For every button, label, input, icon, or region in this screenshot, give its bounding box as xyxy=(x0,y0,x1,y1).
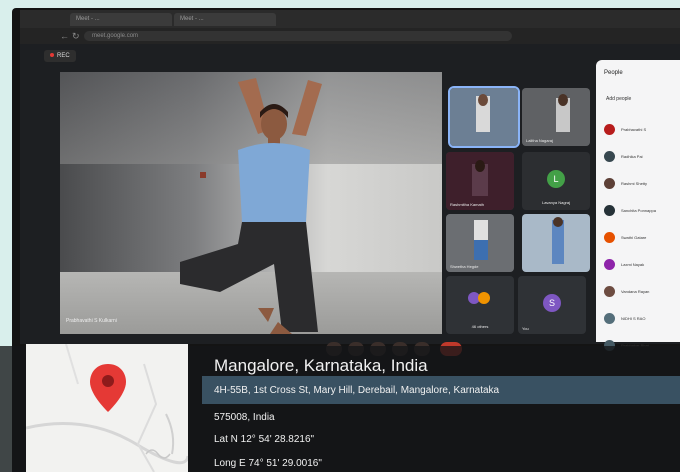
participant-list-name: Sanchita Ponnappa xyxy=(621,208,656,213)
participant-name: 46 others xyxy=(471,324,489,329)
url-text: meet.google.com xyxy=(92,33,139,39)
participant-name: Lavanya Nagraj xyxy=(541,200,571,205)
participant-list-name: Rashmi Shetty xyxy=(621,181,648,186)
browser-tab[interactable]: Meet - ... xyxy=(70,13,172,26)
participant-tile[interactable]: S You xyxy=(518,276,586,334)
location-city: Mangalore, Karnataka, India xyxy=(214,356,428,375)
participant-avatar xyxy=(604,232,615,243)
participant-avatar xyxy=(604,313,615,324)
participant-name: Shwetha Hegde xyxy=(450,264,479,269)
main-speaker-name: Prabhavathi S Kulkarni xyxy=(66,318,117,324)
participant-avatar xyxy=(604,286,615,297)
yoga-person-figure xyxy=(180,78,322,334)
url-field[interactable]: meet.google.com xyxy=(84,31,512,41)
participant-avatar xyxy=(604,259,615,270)
recording-label: REC xyxy=(57,53,70,59)
participant-tile[interactable]: 46 others xyxy=(446,276,514,334)
participant-avatar xyxy=(478,292,490,304)
back-icon[interactable]: ← xyxy=(60,30,69,42)
participant-avatar: L xyxy=(547,170,565,188)
people-panel-title: People xyxy=(604,70,623,76)
location-pin-shape xyxy=(90,364,126,412)
location-pin-icon xyxy=(90,364,126,412)
recording-badge: REC xyxy=(44,50,76,62)
location-map xyxy=(26,344,188,472)
participant-list-name: Radhika Pai xyxy=(621,154,643,159)
location-latitude: Lat N 12° 54' 28.8216" xyxy=(214,434,315,445)
add-people-button[interactable]: Add people xyxy=(606,96,631,102)
location-address-line1: 4H-55B, 1st Cross St, Mary Hill, Derebai… xyxy=(214,385,500,396)
add-people-label: Add people xyxy=(606,96,632,102)
participant-video xyxy=(522,214,590,272)
participant-avatar xyxy=(604,178,615,189)
participant-avatar: S xyxy=(543,294,561,312)
location-longitude: Long E 74° 51' 29.0016" xyxy=(214,458,322,469)
participant-name: You xyxy=(522,326,529,331)
participant-name: Rashmitha Kamath xyxy=(450,202,485,207)
participant-tile[interactable]: Rashmitha Kamath xyxy=(446,152,514,210)
participant-list-name: NIDHI S RAO xyxy=(621,316,646,321)
location-pin-dot xyxy=(102,375,114,387)
participant-list-name: Vandana Rayan xyxy=(621,289,650,294)
reload-icon[interactable]: ↻ xyxy=(72,30,80,42)
participant-list-name: Laxmi Nayak xyxy=(621,262,645,267)
participant-tile[interactable] xyxy=(522,214,590,272)
people-panel: People Add people Prabhavathi S Radhika P… xyxy=(596,60,680,351)
participant-avatar xyxy=(604,205,615,216)
participant-tile[interactable]: L Lavanya Nagraj xyxy=(522,152,590,210)
browser-tab[interactable]: Meet - ... xyxy=(174,13,276,26)
participant-list-name: Prabhavathi S xyxy=(621,127,647,132)
participant-tile[interactable]: Shwetha Hegde xyxy=(446,214,514,272)
browser-tab-label: Meet - ... xyxy=(180,16,204,22)
participant-avatar xyxy=(604,151,615,162)
participant-list-name: Swathi Gatare xyxy=(621,235,647,240)
browser-tab-bar: Meet - ... Meet - ... xyxy=(20,10,680,28)
browser-tab-label: Meet - ... xyxy=(76,16,100,22)
participant-tile[interactable] xyxy=(448,86,520,148)
participant-video xyxy=(450,88,518,146)
address-bar: ← ↻ meet.google.com xyxy=(20,28,680,44)
location-address-line2: 575008, India xyxy=(214,412,275,423)
main-speaker-video[interactable] xyxy=(60,72,442,334)
participant-avatar xyxy=(604,124,615,135)
participant-tile[interactable]: Lalitha Nagaraj xyxy=(522,88,590,146)
participant-name: Lalitha Nagaraj xyxy=(526,138,553,143)
